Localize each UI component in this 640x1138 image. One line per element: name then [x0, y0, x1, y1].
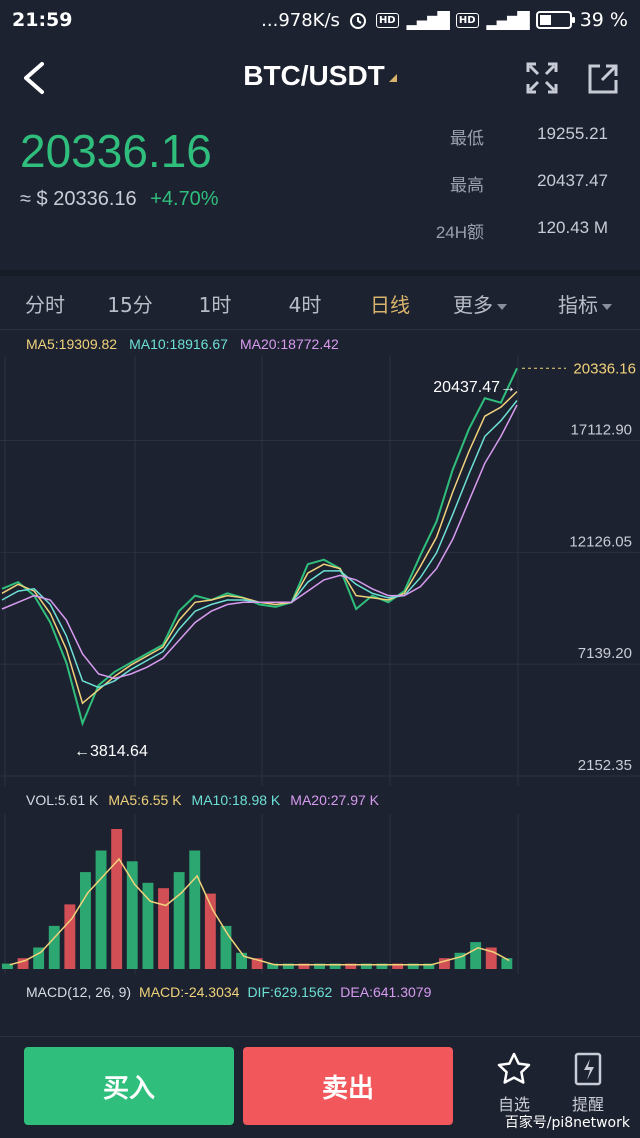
tab-daily[interactable]: 日线 — [350, 289, 430, 318]
ma-legend: MA5:19309.82 MA10:18916.67 MA20:18772.42 — [26, 336, 339, 352]
price-section: 20336.16 ≈ $ 20336.16 +4.70% 最低 19255.21… — [0, 110, 640, 260]
volume-bar — [126, 861, 138, 969]
usd-price-row: ≈ $ 20336.16 +4.70% — [20, 188, 219, 211]
battery-icon — [535, 11, 575, 29]
series-line-1 — [1, 390, 518, 705]
tab-indicators-label: 指标 — [558, 293, 598, 317]
stats-panel: 最低 19255.21 最高 20437.47 24H额 120.43 M — [428, 124, 608, 265]
y-tick-label: 2152.35 — [578, 757, 632, 774]
macd-value: MACD:-24.3034 — [139, 984, 240, 1000]
dif-value: DIF:629.1562 — [247, 984, 333, 1000]
bottom-bar: 买入 卖出 自选 提醒 百家号/pi8network — [0, 1036, 640, 1138]
vol-ma10: MA10:18.98 K — [191, 792, 281, 808]
volume-bar — [173, 872, 185, 969]
pair-label: BTC/USDT — [243, 60, 385, 91]
tab-15m[interactable]: 15分 — [90, 289, 170, 318]
signal-icon-2: ▂▄▆█ — [486, 10, 530, 30]
volume-bar — [236, 952, 247, 969]
tab-timeline[interactable]: 分时 — [0, 289, 90, 318]
star-icon — [497, 1052, 531, 1084]
tab-1h[interactable]: 1时 — [170, 289, 260, 318]
price-chart[interactable]: 17112.90 12126.05 7139.20 2152.35 20336.16 20… — [0, 356, 640, 786]
chevron-down-icon — [497, 303, 507, 310]
volume-bar — [189, 850, 201, 969]
alert-button[interactable]: 提醒 — [558, 1051, 618, 1115]
volume-bar — [470, 942, 482, 969]
volume-chart[interactable] — [0, 814, 640, 974]
sell-button[interactable]: 卖出 — [243, 1047, 453, 1125]
buy-button[interactable]: 买入 — [24, 1047, 234, 1125]
stat-volume: 24H额 120.43 M — [428, 218, 608, 265]
volume-bar — [158, 888, 169, 969]
low-marker: ←3814.64 — [74, 743, 148, 760]
stat-low-label: 最低 — [450, 129, 484, 148]
last-price: 20336.16 — [20, 125, 212, 177]
macd-legend: MACD(12, 26, 9) MACD:-24.3034 DIF:629.15… — [26, 984, 431, 1000]
battery-percent: 39 % — [579, 9, 628, 31]
alarm-icon — [349, 13, 366, 29]
interval-tabs: 分时 15分 1时 4时 日线 更多 指标 — [0, 278, 640, 330]
volume-bar — [111, 829, 123, 969]
chart-lines — [1, 367, 518, 727]
chart-grid — [0, 356, 640, 786]
status-right: ...978K/s HD ▂▄▆█ HD ▂▄▆█ 39 % — [261, 9, 628, 31]
status-bar: 21:59 ...978K/s HD ▂▄▆█ HD ▂▄▆█ 39 % — [0, 0, 640, 40]
vol-value: VOL:5.61 K — [26, 792, 99, 808]
tab-more[interactable]: 更多 — [430, 289, 530, 318]
dea-value: DEA:641.3079 — [340, 984, 432, 1000]
volume-bar — [64, 904, 76, 969]
volume-bar — [48, 925, 60, 969]
macd-chart[interactable] — [0, 1004, 640, 1034]
stat-low-value: 19255.21 — [537, 124, 608, 143]
price-change: +4.70% — [150, 188, 219, 210]
y-tick-label: 12126.05 — [569, 533, 632, 550]
stat-high-value: 20437.47 — [537, 171, 608, 190]
stat-low: 最低 19255.21 — [428, 124, 608, 171]
volume-bar — [80, 872, 91, 969]
alert-icon — [574, 1052, 602, 1086]
section-divider — [0, 270, 640, 276]
series-line-3 — [1, 404, 518, 680]
volume-bar — [142, 882, 154, 969]
tab-4h[interactable]: 4时 — [260, 289, 350, 318]
y-tick-label: 7139.20 — [578, 645, 632, 662]
fullscreen-icon[interactable] — [522, 58, 562, 98]
hd-badge-2: HD — [455, 12, 479, 28]
high-marker: 20437.47→ — [433, 379, 516, 396]
macd-label: MACD(12, 26, 9) — [26, 984, 132, 1000]
vol-ma20: MA20:27.97 K — [290, 792, 380, 808]
chevron-down-icon — [602, 303, 612, 310]
volume-legend: VOL:5.61 K MA5:6.55 K MA10:18.98 K MA20:… — [26, 792, 379, 808]
volume-bar — [95, 850, 107, 969]
stat-volume-label: 24H额 — [435, 223, 484, 242]
watchlist-button[interactable]: 自选 — [484, 1051, 544, 1115]
hd-badge: HD — [375, 12, 399, 28]
header: BTC/USDT — [0, 48, 640, 108]
ma5-value: MA5:19309.82 — [26, 336, 118, 352]
stat-volume-value: 120.43 M — [537, 218, 608, 237]
series-line-2 — [1, 400, 518, 689]
signal-icon: ▂▄▆█ — [406, 10, 450, 30]
tab-more-label: 更多 — [453, 293, 493, 317]
share-icon[interactable] — [582, 58, 622, 98]
chart-labels: 17112.90 12126.05 7139.20 2152.35 20336.16 20… — [74, 360, 636, 774]
stat-high: 最高 20437.47 — [428, 171, 608, 218]
ma20-value: MA20:18772.42 — [239, 336, 339, 352]
net-speed: ...978K/s — [261, 9, 340, 31]
ma10-value: MA10:18916.67 — [129, 336, 228, 352]
watermark: 百家号/pi8network — [504, 1115, 630, 1131]
y-tick-label: 17112.90 — [571, 422, 632, 439]
pair-dropdown-icon — [388, 73, 397, 82]
vol-ma5: MA5:6.55 K — [108, 792, 182, 808]
tab-indicators[interactable]: 指标 — [530, 289, 640, 318]
status-time: 21:59 — [12, 9, 73, 31]
last-price-label: 20336.16 — [573, 360, 636, 377]
stat-high-label: 最高 — [450, 176, 484, 195]
usd-price: ≈ $ 20336.16 — [20, 188, 137, 210]
